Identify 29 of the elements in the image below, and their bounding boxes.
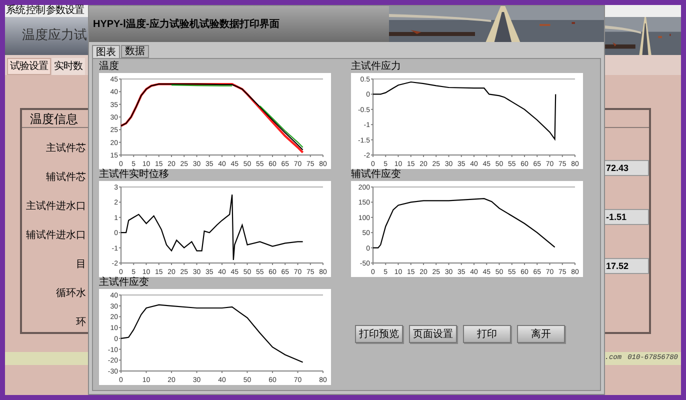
chart-title: 主试件应力 bbox=[351, 61, 402, 73]
field-label: 辅试件进水口 bbox=[26, 229, 86, 242]
window-title: HYPY-Ⅰ温度-应力试验机试验数据打印界面 bbox=[93, 17, 280, 32]
dialog-button[interactable]: 页面设置 bbox=[409, 325, 457, 343]
menu-item[interactable]: 控制 bbox=[26, 6, 45, 16]
field-label: 循环水 bbox=[56, 287, 86, 300]
chart-title: 主试件实时位移 bbox=[99, 169, 170, 181]
dialog-button[interactable]: 打印 bbox=[463, 325, 511, 343]
field-label: 辅试件芯 bbox=[46, 171, 86, 184]
chart-title: 辅试件应变 bbox=[351, 169, 402, 181]
field-label: 主试件芯 bbox=[46, 142, 86, 155]
chart-title: 温度 bbox=[99, 61, 120, 73]
tab[interactable]: 实时数 bbox=[52, 58, 84, 75]
dialog-button[interactable]: 打印预览 bbox=[355, 325, 403, 343]
app-title: 温度应力试 bbox=[22, 27, 87, 46]
value-field: -1.51 bbox=[603, 209, 649, 225]
field-label: 主试件进水口 bbox=[26, 200, 86, 213]
value-field: 72.43 bbox=[603, 160, 649, 176]
value-field: 17.52 bbox=[603, 258, 649, 274]
tab[interactable]: 数据 bbox=[121, 45, 149, 58]
group-title: 温度信息 bbox=[30, 110, 78, 128]
menu-item[interactable]: 系统 bbox=[6, 6, 25, 16]
dialog-button[interactable]: 离开 bbox=[517, 325, 565, 343]
field-label: 目 bbox=[76, 258, 86, 271]
chart-title: 主试件应变 bbox=[99, 277, 150, 289]
tab[interactable]: 图表 bbox=[92, 45, 120, 58]
field-label: 环 bbox=[76, 316, 86, 329]
tab[interactable]: 试验设置 bbox=[7, 58, 51, 75]
menu-item[interactable]: 参数设置 bbox=[46, 6, 84, 16]
